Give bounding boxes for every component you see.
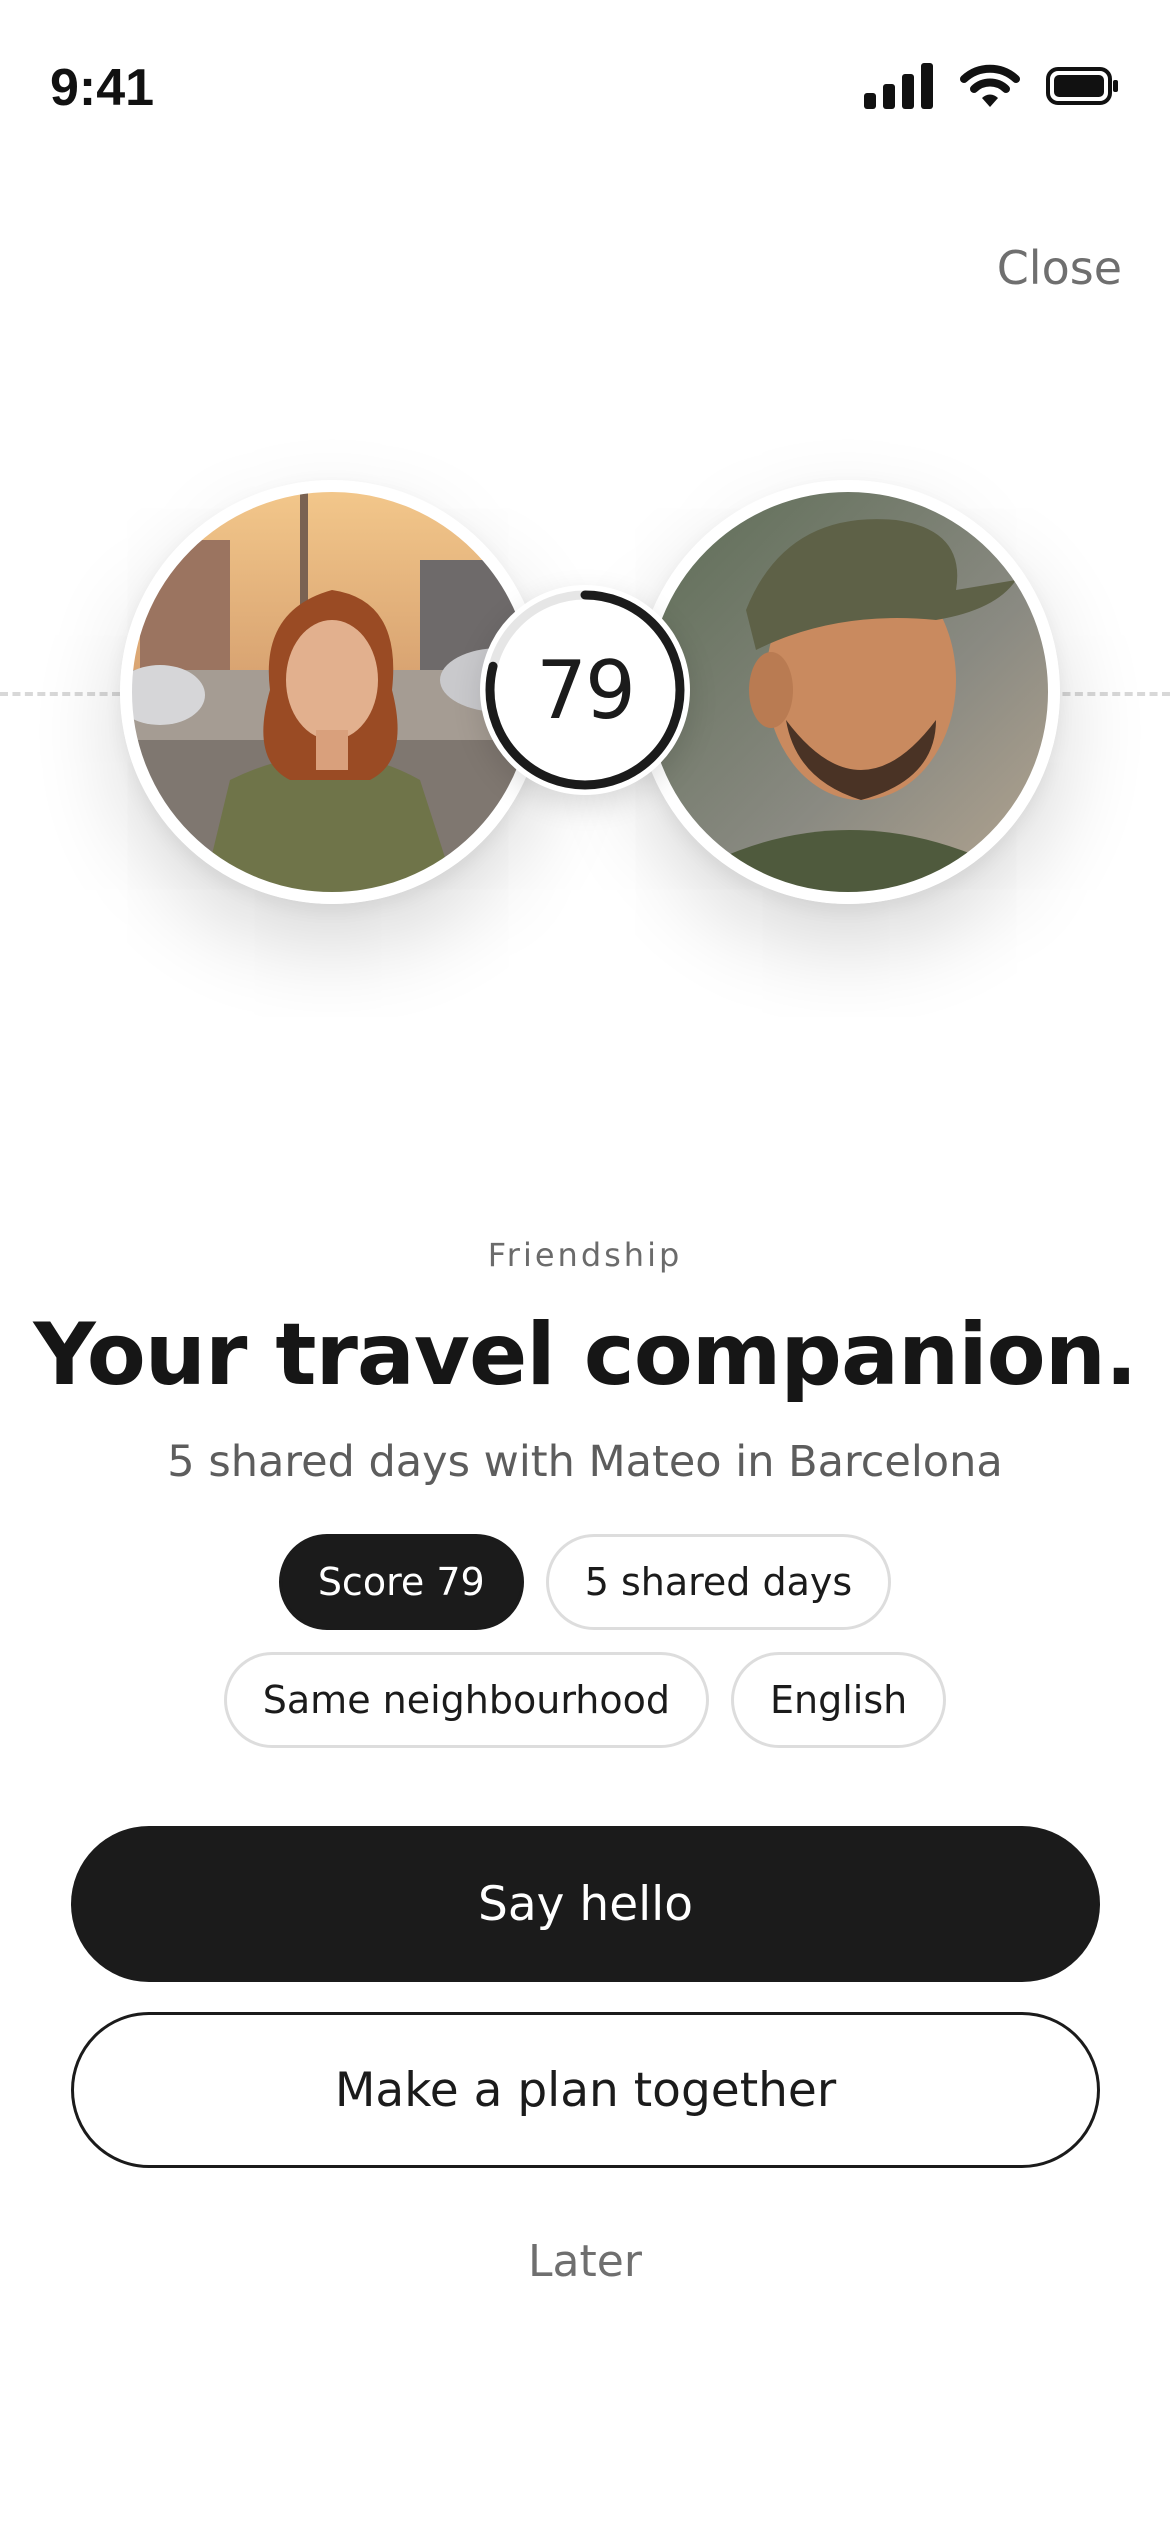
cellular-signal-icon: [864, 63, 934, 113]
chip-language: English: [731, 1652, 947, 1748]
connector-line-right: [1050, 692, 1170, 696]
match-score-value: 79: [536, 643, 636, 737]
later-button[interactable]: Later: [0, 2236, 1170, 2287]
man-in-cap-portrait-photo: [636, 480, 1060, 904]
make-plan-button[interactable]: Make a plan together: [71, 2012, 1100, 2168]
close-button[interactable]: Close: [997, 236, 1122, 300]
page-title: Your travel companion.: [33, 1305, 1137, 1405]
match-tags: Score 79 5 shared days Same neighbourhoo…: [60, 1534, 1110, 1748]
chip-score: Score 79: [278, 1534, 524, 1630]
status-bar-time: 9:41: [50, 59, 155, 117]
category-label: Friendship: [487, 1236, 683, 1274]
chip-shared-days: 5 shared days: [545, 1534, 892, 1630]
connector-line-left: [0, 692, 120, 696]
say-hello-button[interactable]: Say hello: [71, 1826, 1100, 1982]
avatar-right-user: [636, 480, 1060, 904]
match-subtitle: 5 shared days with Mateo in Barcelona: [167, 1437, 1003, 1487]
status-bar-icons: [864, 63, 1120, 113]
battery-icon: [1046, 67, 1120, 109]
chip-neighbourhood: Same neighbourhood: [223, 1652, 709, 1748]
wifi-icon: [960, 64, 1020, 112]
